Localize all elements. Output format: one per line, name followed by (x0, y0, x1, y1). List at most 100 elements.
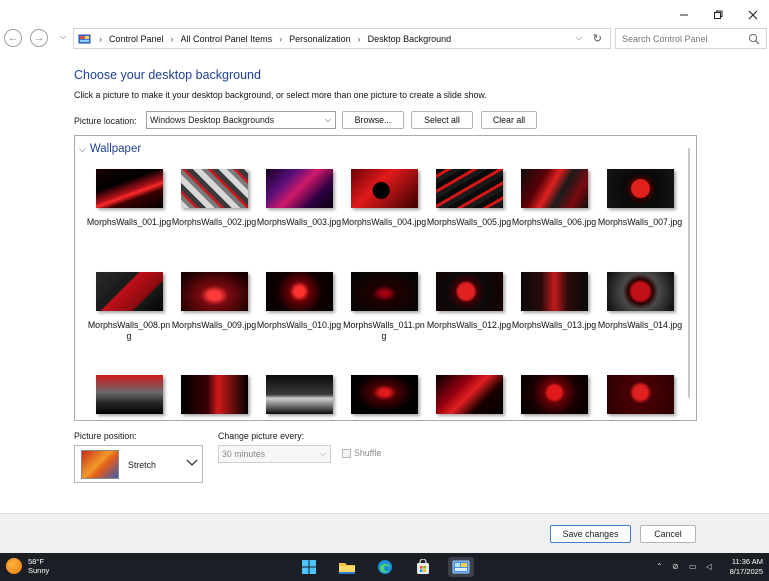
forward-arrow-icon: → (33, 32, 45, 44)
breadcrumb-separator-icon: › (357, 33, 361, 44)
forward-button[interactable]: → (30, 29, 48, 47)
address-bar[interactable]: › Control Panel › All Control Panel Item… (73, 28, 611, 49)
display-icon[interactable]: ▭ (689, 562, 697, 571)
recent-locations-dropdown[interactable]: ⌵ (60, 32, 66, 42)
store-bag-icon (417, 559, 429, 574)
picture-location-select[interactable]: Windows Desktop Backgrounds ⌵ (146, 111, 336, 129)
wallpaper-filename: MorphsWalls_002.jpg (171, 217, 257, 227)
file-explorer-taskbar-button[interactable] (336, 557, 358, 577)
breadcrumb-desktop-background[interactable]: Desktop Background (368, 34, 452, 44)
wallpaper-image (607, 272, 674, 311)
wallpaper-filename: MorphsWalls_013.jpg (511, 320, 597, 330)
wallpaper-image (351, 169, 418, 208)
search-placeholder: Search Control Panel (622, 33, 708, 44)
folder-icon (339, 562, 355, 574)
search-icon (748, 33, 760, 45)
shuffle-label: Shuffle (354, 448, 382, 458)
wallpaper-filename: MorphsWalls_001.jpg (86, 217, 172, 227)
windows-logo-icon (302, 560, 316, 574)
wallpaper-filename: MorphsWalls_009.jpg (171, 320, 257, 330)
wallpaper-image (96, 375, 163, 414)
chevron-down-icon: ⌵ (60, 32, 67, 41)
change-picture-label: Change picture every: (218, 431, 305, 441)
system-clock[interactable]: 11:36 AM 8/17/2025 (730, 557, 763, 577)
back-arrow-icon: ← (7, 32, 19, 44)
wallpaper-image (436, 375, 503, 414)
wallpaper-filename: MorphsWalls_004.jpg (341, 217, 427, 227)
restore-icon (714, 10, 723, 19)
store-taskbar-button[interactable] (412, 557, 434, 577)
checkbox-icon (342, 448, 351, 458)
breadcrumb-all-items[interactable]: All Control Panel Items (181, 34, 273, 44)
wallpaper-image (607, 169, 674, 208)
wallpaper-panel: ⌵ Wallpaper MorphsWalls_001.jpg MorphsWal… (74, 135, 697, 421)
picture-position-select[interactable]: Stretch (74, 445, 203, 483)
sun-icon (6, 558, 22, 574)
navigation-row: ← → ⌵ › Control Panel › All Control Pane… (0, 28, 769, 50)
browse-button[interactable]: Browse... (342, 111, 404, 129)
breadcrumb-personalization[interactable]: Personalization (289, 34, 351, 44)
scrollbar[interactable] (688, 148, 690, 398)
wallpaper-filename: MorphsWalls_006.jpg (511, 217, 597, 227)
control-panel-icon (452, 560, 470, 574)
minimize-button[interactable] (673, 6, 695, 24)
wallpaper-group-label: Wallpaper (89, 143, 142, 155)
close-icon (748, 10, 758, 20)
network-icon[interactable]: ⊘ (672, 562, 679, 571)
shuffle-checkbox: Shuffle (342, 448, 381, 458)
edge-taskbar-button[interactable] (374, 557, 396, 577)
desktop-background-window: ← → ⌵ › Control Panel › All Control Pane… (0, 0, 769, 553)
wallpaper-group-header[interactable]: ⌵ Wallpaper (79, 143, 141, 155)
control-panel-taskbar-button[interactable] (448, 557, 474, 577)
minimize-icon (680, 14, 688, 16)
wallpaper-image (266, 169, 333, 208)
close-button[interactable] (742, 6, 764, 24)
picture-location-label: Picture location: (74, 116, 137, 126)
wallpaper-image (351, 272, 418, 311)
save-changes-button[interactable]: Save changes (550, 525, 631, 543)
breadcrumb-separator-icon: › (99, 33, 102, 44)
position-preview-image (81, 450, 119, 479)
wallpaper-image (436, 169, 503, 208)
wallpaper-image (181, 375, 248, 414)
chevron-down-icon: ⌵ (319, 449, 326, 458)
weather-condition: Sunny (28, 566, 50, 575)
address-dropdown-icon[interactable]: ⌵ (576, 33, 582, 43)
wallpaper-image (96, 169, 163, 208)
weather-widget[interactable]: 58°F Sunny (6, 557, 49, 575)
start-button[interactable] (298, 557, 320, 577)
wallpaper-filename: MorphsWalls_003.jpg (256, 217, 342, 227)
clock-time: 11:36 AM (731, 557, 763, 566)
search-input[interactable]: Search Control Panel (615, 28, 767, 49)
wallpaper-filename: MorphsWalls_005.jpg (426, 217, 512, 227)
page-title: Choose your desktop background (74, 68, 261, 82)
change-picture-select: 30 minutes ⌵ (218, 445, 331, 463)
wallpaper-filename: MorphsWalls_011.png (343, 320, 425, 341)
edge-browser-icon (378, 560, 392, 574)
breadcrumb-control-panel[interactable]: Control Panel (109, 34, 164, 44)
cancel-button[interactable]: Cancel (640, 525, 696, 543)
picture-position-label: Picture position: (74, 431, 137, 441)
taskbar: 58°F Sunny ⌃ ⊘ ▭ ◁ 11:36 AM 8/17/2025 (0, 553, 769, 581)
title-bar (0, 0, 769, 28)
chevron-down-icon: ⌵ (324, 115, 331, 124)
wallpaper-image (266, 375, 333, 414)
picture-position-value: Stretch (128, 460, 156, 470)
back-button[interactable]: ← (4, 29, 22, 47)
refresh-icon[interactable]: ↻ (593, 32, 602, 45)
maximize-button[interactable] (707, 6, 729, 24)
wallpaper-filename: MorphsWalls_007.jpg (597, 217, 683, 227)
chevron-down-icon (186, 459, 198, 466)
footer-bar: Save changes Cancel (0, 513, 769, 553)
select-all-button[interactable]: Select all (411, 111, 473, 129)
wallpaper-image (607, 375, 674, 414)
show-hidden-icons-chevron-icon[interactable]: ⌃ (656, 562, 663, 571)
wallpaper-filename: MorphsWalls_014.jpg (597, 320, 683, 330)
volume-muted-icon[interactable]: ◁ (706, 562, 712, 571)
change-picture-value: 30 minutes (222, 449, 266, 459)
wallpaper-filename: MorphsWalls_008.png (87, 320, 171, 341)
clear-all-button[interactable]: Clear all (481, 111, 537, 129)
wallpaper-filename: MorphsWalls_012.jpg (426, 320, 512, 330)
chevron-down-icon: ⌵ (79, 143, 86, 154)
wallpaper-image (521, 272, 588, 311)
